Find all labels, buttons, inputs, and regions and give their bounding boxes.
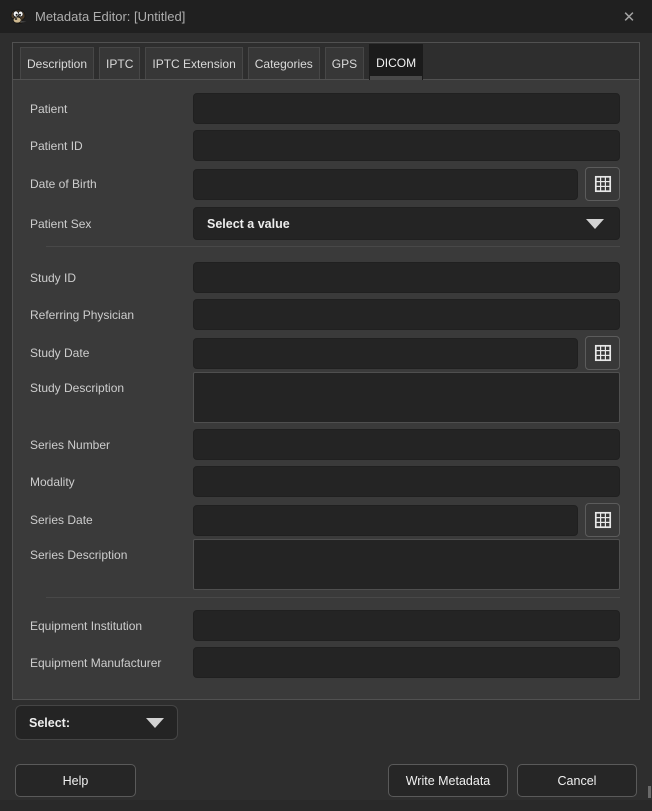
form-row-study-date: Study Date xyxy=(30,336,620,370)
form-row-series-date: Series Date xyxy=(30,503,620,537)
window-bottom-edge xyxy=(0,800,652,811)
gimp-wilber-icon xyxy=(9,9,27,24)
close-icon: ✕ xyxy=(623,8,636,26)
close-button[interactable]: ✕ xyxy=(606,0,652,33)
study-description-label: Study Description xyxy=(30,372,193,395)
section-divider xyxy=(46,246,620,247)
modality-label: Modality xyxy=(30,475,193,489)
date-of-birth-input[interactable] xyxy=(193,169,578,200)
tab-description[interactable]: Description xyxy=(20,47,94,79)
form-row-patient-id: Patient ID xyxy=(30,130,620,161)
tab-iptc[interactable]: IPTC xyxy=(99,47,140,79)
form-row-study-id: Study ID xyxy=(30,262,620,293)
referring-physician-label: Referring Physician xyxy=(30,308,193,322)
select-combobox[interactable]: Select: xyxy=(15,705,178,740)
section-divider xyxy=(46,597,620,598)
referring-physician-input[interactable] xyxy=(193,299,620,330)
equipment-manufacturer-label: Equipment Manufacturer xyxy=(30,656,193,670)
patient-sex-combobox[interactable]: Select a value xyxy=(193,207,620,240)
study-description-textarea[interactable] xyxy=(193,372,620,423)
titlebar: Metadata Editor: [Untitled] ✕ xyxy=(0,0,652,33)
form-row-referring-physician: Referring Physician xyxy=(30,299,620,330)
study-date-input[interactable] xyxy=(193,338,578,369)
date-of-birth-label: Date of Birth xyxy=(30,177,193,191)
equipment-institution-label: Equipment Institution xyxy=(30,619,193,633)
select-combobox-value: Select: xyxy=(29,716,70,730)
tab-gps[interactable]: GPS xyxy=(325,47,364,79)
cancel-button[interactable]: Cancel xyxy=(517,764,637,797)
tab-categories[interactable]: Categories xyxy=(248,47,320,79)
resize-grip[interactable] xyxy=(648,786,651,798)
series-number-label: Series Number xyxy=(30,438,193,452)
patient-sex-label: Patient Sex xyxy=(30,217,193,231)
calendar-grid-icon xyxy=(594,344,612,362)
series-date-label: Series Date xyxy=(30,513,193,527)
form-row-series-number: Series Number xyxy=(30,429,620,460)
calendar-grid-icon xyxy=(594,511,612,529)
date-of-birth-calendar-button[interactable] xyxy=(585,167,620,201)
calendar-grid-icon xyxy=(594,175,612,193)
form-row-patient: Patient xyxy=(30,93,620,124)
chevron-down-icon xyxy=(586,219,604,229)
chevron-down-icon xyxy=(146,718,164,728)
tab-iptc-extension[interactable]: IPTC Extension xyxy=(145,47,242,79)
study-date-label: Study Date xyxy=(30,346,193,360)
patient-id-label: Patient ID xyxy=(30,139,193,153)
patient-id-input[interactable] xyxy=(193,130,620,161)
modality-input[interactable] xyxy=(193,466,620,497)
form-row-date-of-birth: Date of Birth xyxy=(30,167,620,201)
dicom-form-panel: Patient Patient ID Date of Birth xyxy=(13,80,639,699)
study-id-input[interactable] xyxy=(193,262,620,293)
series-description-textarea[interactable] xyxy=(193,539,620,590)
help-button[interactable]: Help xyxy=(15,764,136,797)
form-row-modality: Modality xyxy=(30,466,620,497)
patient-label: Patient xyxy=(30,102,193,116)
patient-sex-value: Select a value xyxy=(207,217,290,231)
form-row-equipment-institution: Equipment Institution xyxy=(30,610,620,641)
tab-strip: Description IPTC IPTC Extension Categori… xyxy=(13,43,639,80)
form-row-series-description: Series Description xyxy=(30,539,620,590)
study-id-label: Study ID xyxy=(30,271,193,285)
write-metadata-button[interactable]: Write Metadata xyxy=(388,764,508,797)
tab-dicom[interactable]: DICOM xyxy=(369,44,423,80)
metadata-notebook: Description IPTC IPTC Extension Categori… xyxy=(12,42,640,700)
series-number-input[interactable] xyxy=(193,429,620,460)
equipment-manufacturer-input[interactable] xyxy=(193,647,620,678)
series-date-calendar-button[interactable] xyxy=(585,503,620,537)
form-row-patient-sex: Patient Sex Select a value xyxy=(30,207,620,240)
window-title: Metadata Editor: [Untitled] xyxy=(35,9,185,24)
study-date-calendar-button[interactable] xyxy=(585,336,620,370)
metadata-editor-window: Metadata Editor: [Untitled] ✕ Descriptio… xyxy=(0,0,652,811)
series-description-label: Series Description xyxy=(30,539,193,562)
form-row-study-description: Study Description xyxy=(30,372,620,423)
form-row-equipment-manufacturer: Equipment Manufacturer xyxy=(30,647,620,678)
equipment-institution-input[interactable] xyxy=(193,610,620,641)
patient-input[interactable] xyxy=(193,93,620,124)
series-date-input[interactable] xyxy=(193,505,578,536)
